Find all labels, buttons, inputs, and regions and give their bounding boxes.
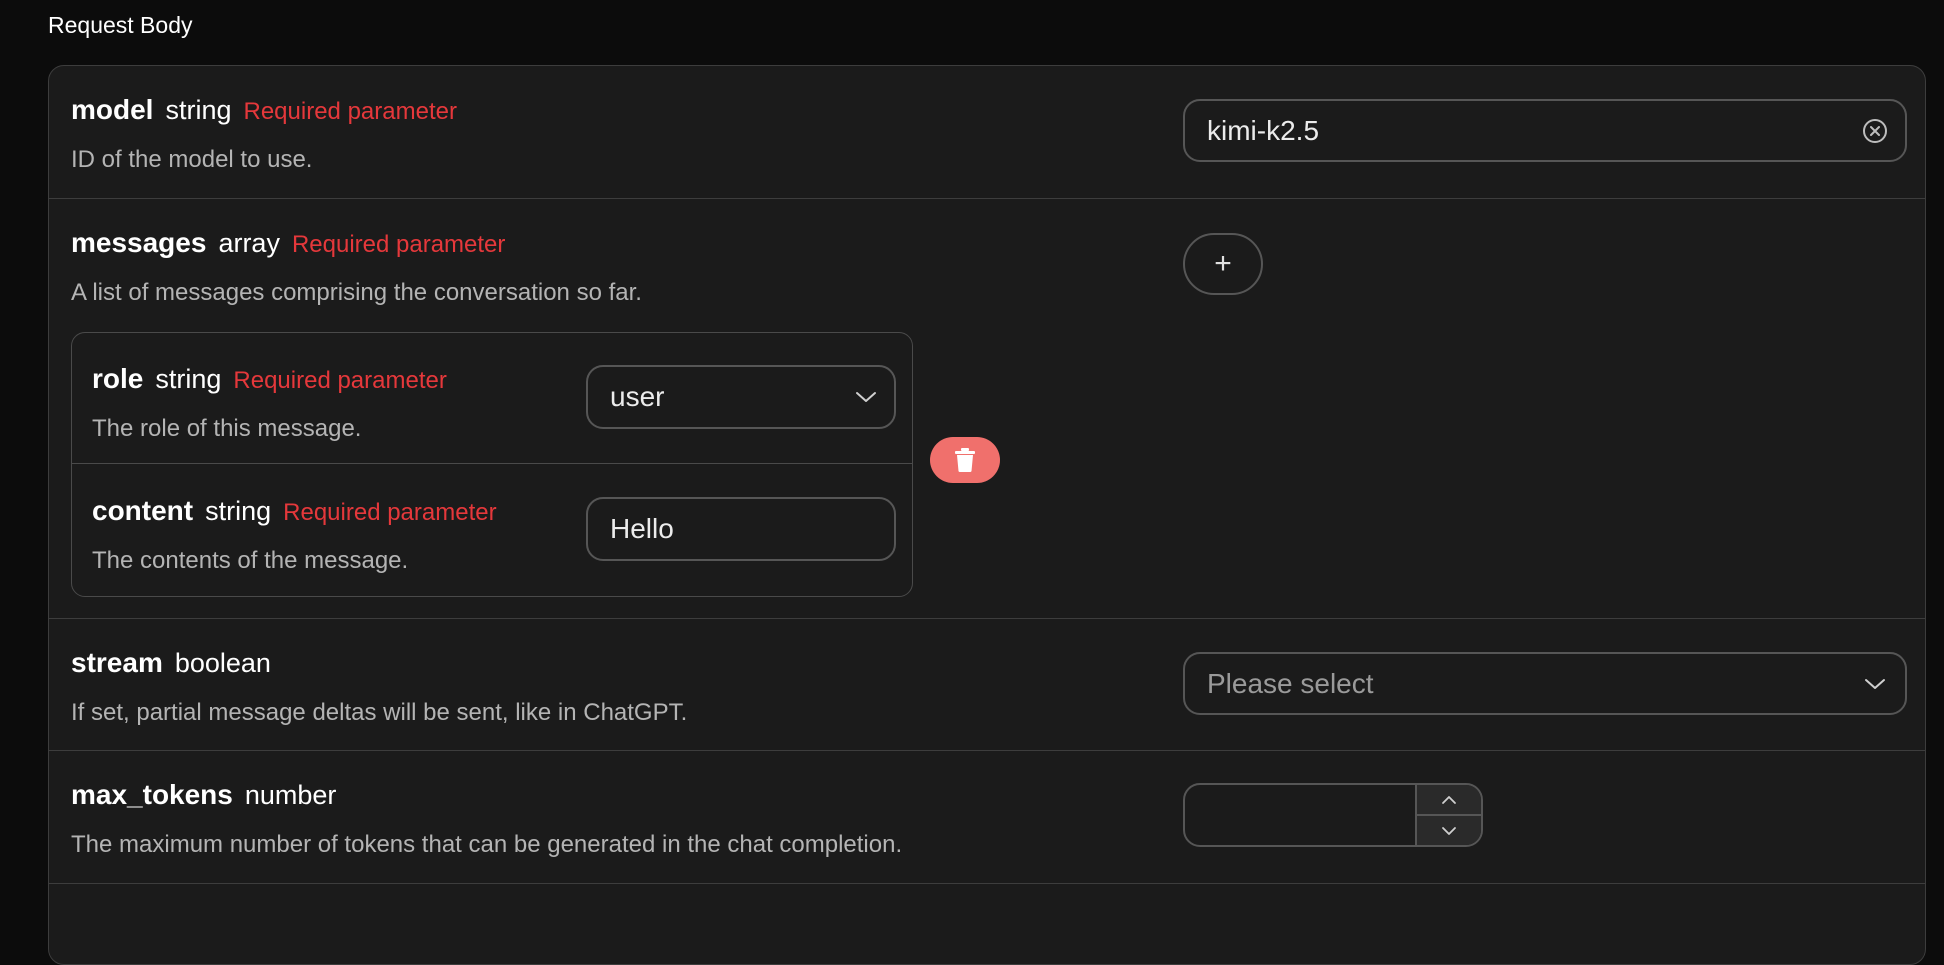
param-name: model — [71, 94, 154, 125]
param-description: The contents of the message. — [92, 547, 409, 574]
param-description: The maximum number of tokens that can be… — [71, 831, 903, 858]
required-label: Required parameter — [291, 231, 506, 258]
param-name: messages — [71, 227, 207, 258]
param-description: ID of the model to use. — [71, 146, 313, 173]
chevron-down-icon — [838, 390, 894, 404]
param-name: stream — [71, 647, 163, 678]
param-row-max-tokens: max_tokens number The maximum number of … — [49, 750, 1925, 884]
required-label: Required parameter — [233, 367, 447, 394]
stream-select-placeholder: Please select — [1207, 667, 1374, 699]
param-row-messages: messages array Required parameter A list… — [49, 198, 1925, 619]
param-type: number — [244, 780, 337, 810]
role-select[interactable]: user — [586, 365, 896, 429]
request-body-panel: model string Required parameter ID of th… — [48, 65, 1926, 965]
param-name: content — [92, 495, 194, 526]
divider — [72, 463, 912, 464]
param-description: The role of this message. — [92, 415, 362, 442]
chevron-up-icon — [1441, 795, 1457, 805]
param-description: A list of messages comprising the conver… — [71, 279, 642, 306]
max-tokens-input[interactable] — [1183, 783, 1483, 847]
stream-select[interactable]: Please select — [1183, 652, 1907, 715]
param-type: boolean — [174, 648, 271, 678]
clear-circle-icon[interactable] — [1845, 118, 1905, 144]
param-type: string — [165, 95, 232, 125]
param-type: string — [205, 496, 272, 526]
model-input-value: kimi-k2.5 — [1207, 114, 1320, 146]
number-stepper — [1415, 785, 1481, 845]
trash-icon — [954, 447, 976, 473]
param-row-stream: stream boolean If set, partial message d… — [49, 618, 1925, 751]
content-input-value: Hello — [610, 513, 674, 544]
delete-message-button[interactable] — [930, 437, 1000, 483]
step-up-button[interactable] — [1417, 785, 1481, 816]
content-input[interactable]: Hello — [586, 497, 896, 561]
chevron-down-icon — [1441, 826, 1457, 836]
required-label: Required parameter — [243, 98, 457, 125]
param-type: array — [218, 228, 280, 258]
required-label: Required parameter — [283, 499, 497, 526]
param-name: role — [92, 363, 144, 394]
message-item: role string Required parameter The role … — [71, 332, 913, 597]
param-row-model: model string Required parameter ID of th… — [49, 66, 1925, 198]
param-name: max_tokens — [71, 779, 233, 810]
param-type: string — [155, 364, 222, 394]
step-down-button[interactable] — [1417, 816, 1481, 845]
role-select-value: user — [610, 381, 665, 412]
chevron-down-icon — [1845, 677, 1905, 691]
model-input[interactable]: kimi-k2.5 — [1183, 99, 1907, 162]
section-title: Request Body — [48, 12, 193, 38]
param-description: If set, partial message deltas will be s… — [71, 699, 688, 726]
add-message-button[interactable]: + — [1183, 233, 1263, 295]
